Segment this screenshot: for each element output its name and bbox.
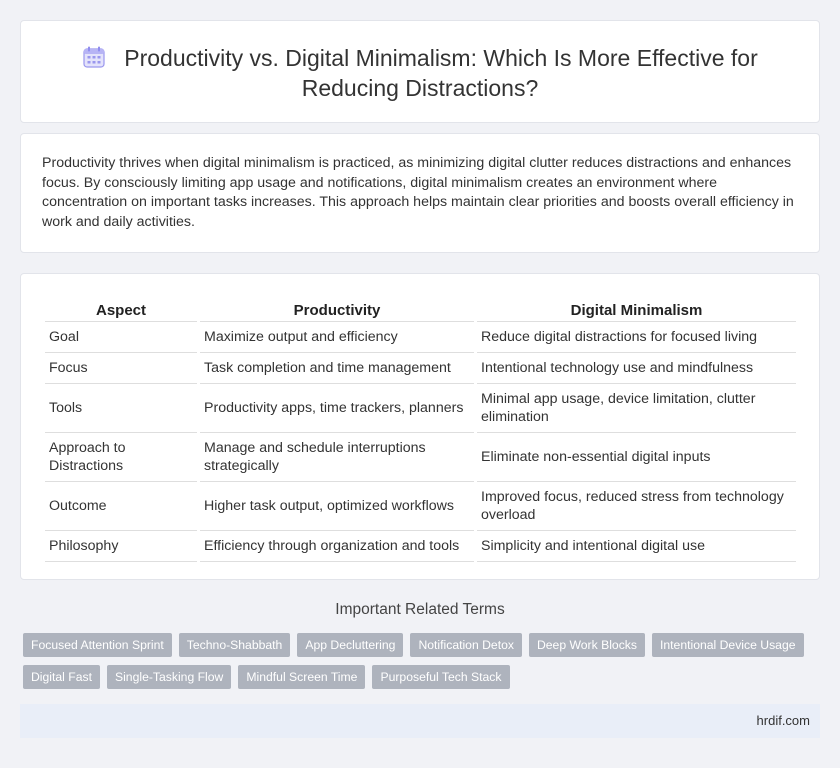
cell-digital-minimalism: Minimal app usage, device limitation, cl…	[477, 384, 796, 433]
tag-digital-fast[interactable]: Digital Fast	[23, 665, 100, 689]
header-productivity: Productivity	[200, 294, 474, 322]
cell-digital-minimalism: Simplicity and intentional digital use	[477, 531, 796, 562]
cell-productivity: Task completion and time management	[200, 353, 474, 384]
cell-productivity: Higher task output, optimized workflows	[200, 482, 474, 531]
tag-row: Focused Attention Sprint Techno-Shabbath…	[23, 633, 823, 657]
cell-productivity: Manage and schedule interruptions strate…	[200, 433, 474, 482]
tag-purposeful-tech-stack[interactable]: Purposeful Tech Stack	[372, 665, 510, 689]
header-aspect: Aspect	[45, 294, 197, 322]
tag-app-decluttering[interactable]: App Decluttering	[297, 633, 404, 657]
cell-digital-minimalism: Intentional technology use and mindfulne…	[477, 353, 796, 384]
table-header-row: Aspect Productivity Digital Minimalism	[45, 294, 796, 322]
cell-digital-minimalism: Eliminate non-essential digital inputs	[477, 433, 796, 482]
tag-focused-attention-sprint[interactable]: Focused Attention Sprint	[23, 633, 172, 657]
tag-intentional-device-usage[interactable]: Intentional Device Usage	[652, 633, 804, 657]
cell-productivity: Productivity apps, time trackers, planne…	[200, 384, 474, 433]
cell-aspect: Approach to Distractions	[45, 433, 197, 482]
summary-paragraph: Productivity thrives when digital minima…	[42, 155, 794, 231]
cell-aspect: Focus	[45, 353, 197, 384]
page-title-text: Productivity vs. Digital Minimalism: Whi…	[124, 45, 758, 101]
cell-aspect: Philosophy	[45, 531, 197, 562]
table-row: Approach to Distractions Manage and sche…	[45, 433, 796, 482]
footer: hrdif.com	[20, 704, 820, 738]
footer-site-link[interactable]: hrdif.com	[757, 713, 810, 728]
header-digital-minimalism: Digital Minimalism	[477, 294, 796, 322]
page-title: Productivity vs. Digital Minimalism: Whi…	[21, 43, 819, 103]
table-row: Tools Productivity apps, time trackers, …	[45, 384, 796, 433]
cell-digital-minimalism: Reduce digital distractions for focused …	[477, 322, 796, 353]
tag-single-tasking-flow[interactable]: Single-Tasking Flow	[106, 665, 232, 689]
cell-digital-minimalism: Improved focus, reduced stress from tech…	[477, 482, 796, 531]
cell-aspect: Tools	[45, 384, 197, 433]
comparison-table: Aspect Productivity Digital Minimalism G…	[42, 294, 799, 562]
related-terms-heading: Important Related Terms	[335, 601, 505, 618]
tag-techno-shabbath[interactable]: Techno-Shabbath	[178, 633, 291, 657]
related-terms-tags: Focused Attention Sprint Techno-Shabbath…	[23, 633, 823, 697]
summary-card: Productivity thrives when digital minima…	[20, 133, 820, 253]
table-row: Goal Maximize output and efficiency Redu…	[45, 322, 796, 353]
tag-deep-work-blocks[interactable]: Deep Work Blocks	[528, 633, 645, 657]
cell-productivity: Efficiency through organization and tool…	[200, 531, 474, 562]
calendar-icon	[83, 46, 105, 68]
title-card: Productivity vs. Digital Minimalism: Whi…	[20, 20, 820, 123]
table-row: Focus Task completion and time managemen…	[45, 353, 796, 384]
cell-aspect: Outcome	[45, 482, 197, 531]
tag-mindful-screen-time[interactable]: Mindful Screen Time	[238, 665, 366, 689]
tag-notification-detox[interactable]: Notification Detox	[410, 633, 522, 657]
cell-aspect: Goal	[45, 322, 197, 353]
table-row: Outcome Higher task output, optimized wo…	[45, 482, 796, 531]
tag-row: Digital Fast Single-Tasking Flow Mindful…	[23, 665, 823, 689]
cell-productivity: Maximize output and efficiency	[200, 322, 474, 353]
comparison-table-card: Aspect Productivity Digital Minimalism G…	[20, 273, 820, 580]
table-row: Philosophy Efficiency through organizati…	[45, 531, 796, 562]
